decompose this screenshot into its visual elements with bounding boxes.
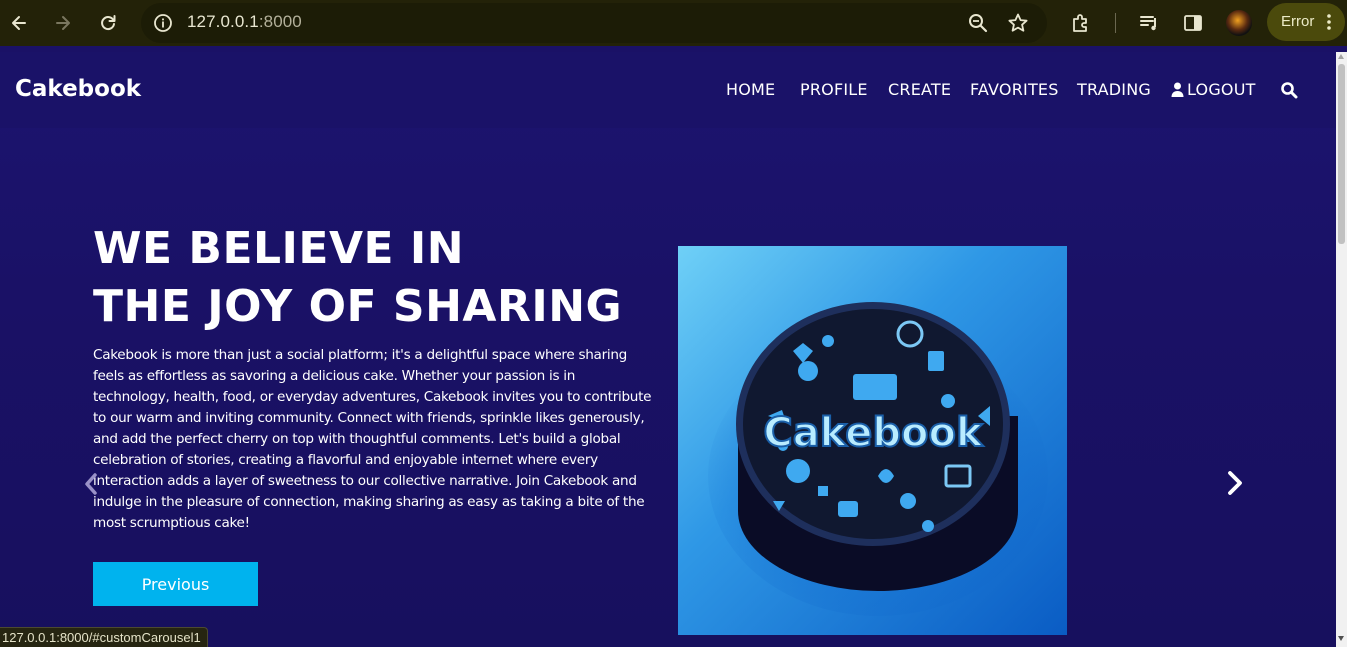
zoom-icon[interactable] (967, 12, 989, 34)
media-controls-icon[interactable] (1137, 11, 1161, 35)
headline-line-2: THE JOY OF SHARING (93, 281, 623, 332)
forward-button[interactable] (50, 10, 76, 36)
scroll-thumb[interactable] (1338, 64, 1345, 244)
page-scrollbar[interactable] (1336, 52, 1347, 647)
nav-profile[interactable]: PROFILE (800, 80, 868, 99)
nav-create[interactable]: CREATE (888, 80, 951, 99)
hero-description: Cakebook is more than just a social plat… (93, 347, 652, 531)
hero-headline: WE BELIEVE IN THE JOY OF SHARING (93, 220, 622, 336)
user-icon (1171, 82, 1184, 97)
carousel-prev-icon[interactable] (82, 472, 100, 496)
carousel-next-icon[interactable] (1225, 470, 1245, 496)
back-arrow-icon (12, 16, 26, 30)
scroll-up-arrow-icon[interactable] (1338, 54, 1344, 59)
address-url[interactable]: 127.0.0.1:8000 (187, 12, 302, 32)
more-menu-icon[interactable] (1325, 13, 1333, 31)
error-label: Error (1281, 13, 1315, 30)
toolbar-divider (1115, 13, 1116, 33)
nav-logout[interactable]: LOGOUT (1171, 80, 1256, 99)
browser-toolbar: 127.0.0.1:8000 Error (0, 0, 1347, 46)
scroll-down-arrow-icon[interactable] (1338, 636, 1344, 641)
profile-avatar[interactable] (1226, 10, 1252, 36)
address-bar[interactable]: 127.0.0.1:8000 (141, 3, 1047, 43)
extensions-icon[interactable] (1069, 11, 1093, 35)
link-status-bar: 127.0.0.1:8000/#customCarousel1 (0, 627, 208, 647)
site-info-icon[interactable] (153, 13, 173, 33)
nav-logout-label: LOGOUT (1187, 80, 1256, 99)
bookmark-star-icon[interactable] (1007, 12, 1029, 34)
url-port: :8000 (258, 12, 302, 31)
site-navbar: Cakebook HOME PROFILE CREATE FAVORITES T… (0, 52, 1336, 128)
cake-logo-text: Cakebook (763, 410, 984, 456)
forward-arrow-icon (56, 16, 70, 30)
page-viewport: Cakebook HOME PROFILE CREATE FAVORITES T… (0, 52, 1336, 647)
reload-button[interactable] (95, 10, 121, 36)
profile-error-button[interactable]: Error (1267, 3, 1345, 41)
nav-home[interactable]: HOME (726, 80, 775, 99)
cakebook-cake-image: Cakebook (678, 246, 1067, 635)
previous-button[interactable]: Previous (93, 562, 258, 606)
search-icon[interactable] (1280, 81, 1298, 99)
reload-icon (101, 15, 116, 31)
brand-logo[interactable]: Cakebook (15, 76, 141, 102)
url-host: 127.0.0.1 (187, 12, 259, 31)
cake-illustration: Cakebook (708, 302, 1048, 616)
nav-favorites[interactable]: FAVORITES (970, 80, 1059, 99)
side-panel-icon[interactable] (1181, 11, 1205, 35)
headline-line-1: WE BELIEVE IN (93, 223, 465, 274)
nav-trading[interactable]: TRADING (1077, 80, 1151, 99)
back-button[interactable] (6, 10, 32, 36)
